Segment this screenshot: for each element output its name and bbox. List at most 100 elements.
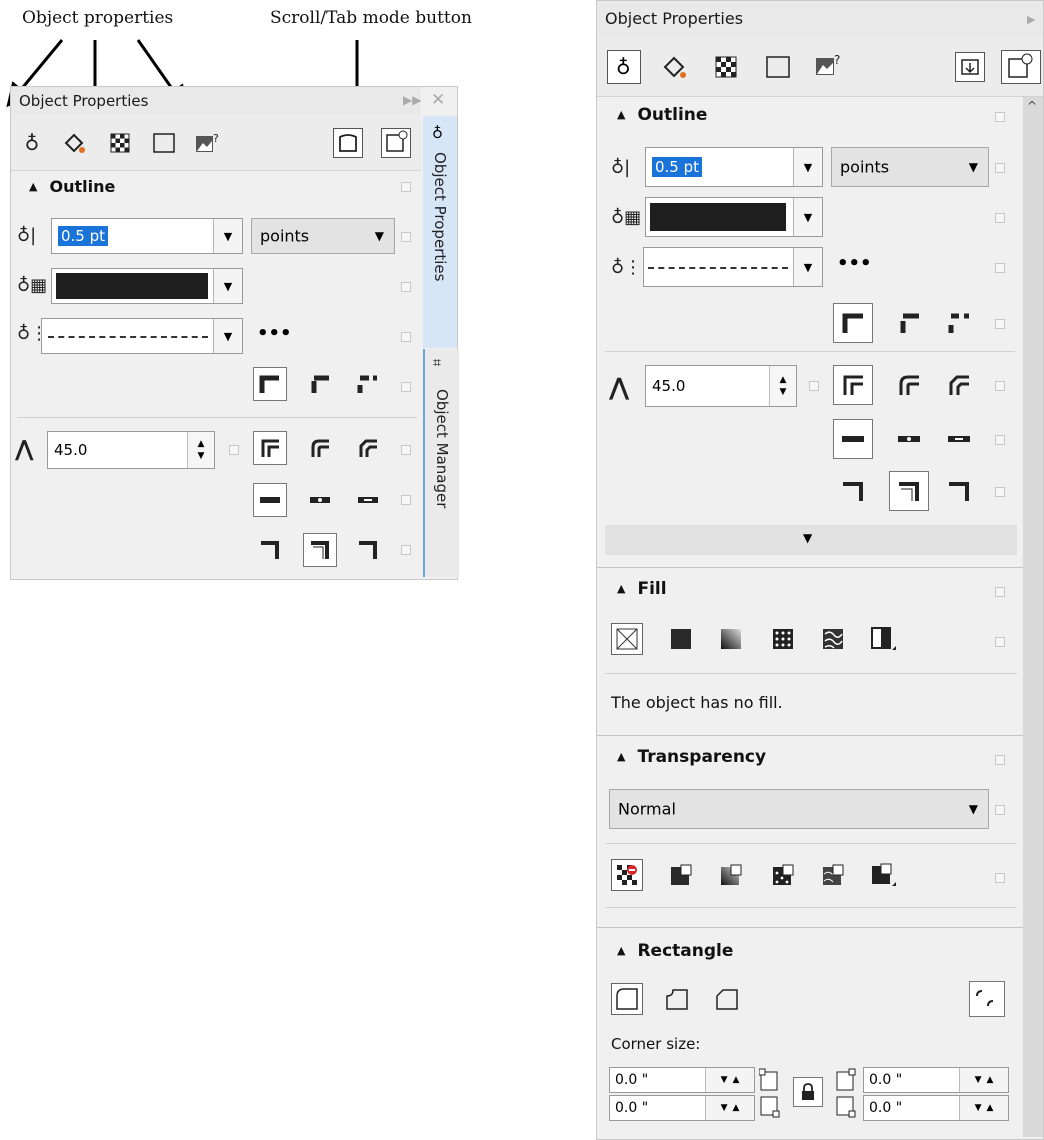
right-pen-nib-icon[interactable]: ♁ (607, 50, 641, 84)
corner-top-left-spinner[interactable]: ▼ ▲ (705, 1068, 754, 1092)
left-line-style-picker[interactable]: ▼ (41, 318, 243, 354)
right-line-style-picker[interactable]: ▼ (643, 247, 823, 287)
corner-size-bottom-left[interactable]: 0.0 " ▼ ▲ (609, 1095, 755, 1121)
round-corner-icon[interactable] (611, 983, 643, 1015)
left-outline-color-picker[interactable]: ▼ (51, 268, 243, 304)
right-cap-extended-icon[interactable] (939, 419, 979, 459)
left-cap-square-icon[interactable] (253, 483, 287, 517)
right-outline-color-picker[interactable]: ▼ (645, 197, 823, 237)
right-scrollbar[interactable]: ^ (1023, 97, 1043, 1137)
left-miter-spinner[interactable]: ▲ ▼ (187, 432, 214, 468)
right-outline-width-field[interactable]: 0.5 pt ▼ (645, 147, 823, 187)
left-corner-round-icon[interactable] (303, 367, 337, 401)
fountain-fill-icon[interactable] (717, 625, 745, 653)
right-join-bevel-icon[interactable] (939, 365, 979, 405)
left-join-checkbox[interactable] (401, 445, 411, 455)
vector-pattern-fill-icon[interactable] (769, 625, 797, 653)
left-outline-width-field[interactable]: 0.5 pt ▼ (51, 218, 243, 254)
scalloped-corner-icon[interactable] (663, 985, 691, 1013)
transparency-type-checkbox[interactable] (995, 873, 1005, 883)
right-style-checkbox[interactable] (995, 263, 1005, 273)
left-position-center-icon[interactable] (303, 533, 337, 567)
left-corner-checkbox[interactable] (401, 382, 411, 392)
no-transparency-icon[interactable] (611, 859, 643, 891)
left-corner-bevel-icon[interactable] (351, 367, 385, 401)
left-join-round-icon[interactable] (303, 431, 337, 465)
right-panel-collapse-icon[interactable]: ▶ (1027, 13, 1035, 26)
right-style-dropdown-icon[interactable]: ▼ (793, 248, 822, 286)
texture-fill-icon[interactable] (819, 625, 847, 653)
corner-size-bottom-right[interactable]: 0.0 " ▼ ▲ (863, 1095, 1009, 1121)
left-cap-checkbox[interactable] (401, 495, 411, 505)
right-color-checkbox[interactable] (995, 213, 1005, 223)
corner-bottom-left-spinner[interactable]: ▼ ▲ (705, 1096, 754, 1120)
right-width-checkbox[interactable] (995, 163, 1005, 173)
right-color-dropdown-icon[interactable]: ▼ (793, 198, 822, 236)
right-position-checkbox[interactable] (995, 487, 1005, 497)
right-line-style-editor-icon[interactable]: ••• (837, 253, 872, 274)
scroll-mode-button[interactable] (333, 128, 363, 158)
checkerboard-icon[interactable] (107, 130, 133, 156)
right-corner-checkbox[interactable] (995, 319, 1005, 329)
texture-transparency-icon[interactable] (819, 861, 847, 889)
right-cap-round-icon[interactable] (889, 419, 929, 459)
left-color-dropdown-icon[interactable]: ▼ (213, 269, 242, 303)
fill-type-checkbox[interactable] (995, 637, 1005, 647)
transparency-mode-dropdown[interactable]: Normal ▼ (609, 789, 989, 829)
right-position-outside-icon[interactable] (833, 471, 873, 511)
pattern-transparency-icon[interactable] (769, 861, 797, 889)
left-cap-round-icon[interactable] (303, 483, 337, 517)
right-paint-bucket-icon[interactable] (661, 54, 687, 80)
paint-bucket-icon[interactable] (61, 130, 87, 156)
left-line-style-editor-icon[interactable]: ••• (257, 323, 292, 344)
tab-object-manager[interactable]: ⌗ Object Manager (423, 349, 459, 577)
rectangle-icon[interactable] (151, 130, 177, 156)
left-style-dropdown-icon[interactable]: ▼ (213, 319, 242, 353)
lock-corners-icon[interactable] (793, 1077, 823, 1107)
corner-size-top-left[interactable]: 0.0 " ▼ ▲ (609, 1067, 755, 1093)
image-question-icon[interactable]: ? (195, 130, 221, 156)
right-image-question-icon[interactable]: ? (815, 52, 841, 78)
left-style-checkbox[interactable] (401, 332, 411, 342)
transparency-checkbox[interactable] (995, 755, 1005, 765)
right-corner-miter-icon[interactable] (833, 303, 873, 343)
left-position-outside-icon[interactable] (253, 533, 287, 567)
left-join-bevel-icon[interactable] (351, 431, 385, 465)
right-miter-spinner[interactable]: ▲ ▼ (769, 366, 796, 406)
right-join-miter-icon[interactable] (833, 365, 873, 405)
transparency-header[interactable]: ▲ Transparency (617, 747, 766, 767)
corner-size-top-right[interactable]: 0.0 " ▼ ▲ (863, 1067, 1009, 1093)
rectangle-header[interactable]: ▲ Rectangle (617, 941, 733, 961)
right-units-dropdown[interactable]: points ▼ (831, 147, 989, 187)
right-checkerboard-icon[interactable] (713, 54, 739, 80)
right-tab-mode-button[interactable] (1001, 50, 1041, 84)
right-corner-bevel-icon[interactable] (939, 303, 979, 343)
left-position-inside-icon[interactable] (351, 533, 385, 567)
pen-nib-icon[interactable]: ♁ (19, 130, 45, 156)
uniform-transparency-icon[interactable] (667, 861, 695, 889)
right-width-dropdown-icon[interactable]: ▼ (793, 148, 822, 186)
left-panel-close-icon[interactable]: ✕ (431, 90, 445, 110)
right-rectangle-icon[interactable] (765, 54, 791, 80)
left-join-miter-icon[interactable] (253, 431, 287, 465)
left-color-checkbox[interactable] (401, 282, 411, 292)
left-cap-extended-icon[interactable] (351, 483, 385, 517)
right-position-center-icon[interactable] (889, 471, 929, 511)
relative-corner-scaling-icon[interactable] (969, 981, 1005, 1017)
left-width-checkbox[interactable] (401, 232, 411, 242)
fill-header[interactable]: ▲ Fill (617, 579, 667, 599)
right-join-round-icon[interactable] (889, 365, 929, 405)
right-outline-checkbox[interactable] (995, 112, 1005, 122)
uniform-fill-icon[interactable] (667, 625, 695, 653)
right-cap-checkbox[interactable] (995, 435, 1005, 445)
left-corner-miter-icon[interactable] (253, 367, 287, 401)
left-outline-header[interactable]: ▲ Outline (29, 177, 115, 196)
right-corner-round-icon[interactable] (889, 303, 929, 343)
chamfered-corner-icon[interactable] (713, 985, 741, 1013)
right-position-inside-icon[interactable] (939, 471, 979, 511)
left-units-dropdown[interactable]: points ▼ (251, 218, 395, 254)
left-width-dropdown-icon[interactable]: ▼ (213, 219, 242, 253)
transparency-mode-checkbox[interactable] (995, 805, 1005, 815)
fountain-transparency-icon[interactable] (717, 861, 745, 889)
right-scroll-mode-button[interactable] (955, 52, 985, 82)
